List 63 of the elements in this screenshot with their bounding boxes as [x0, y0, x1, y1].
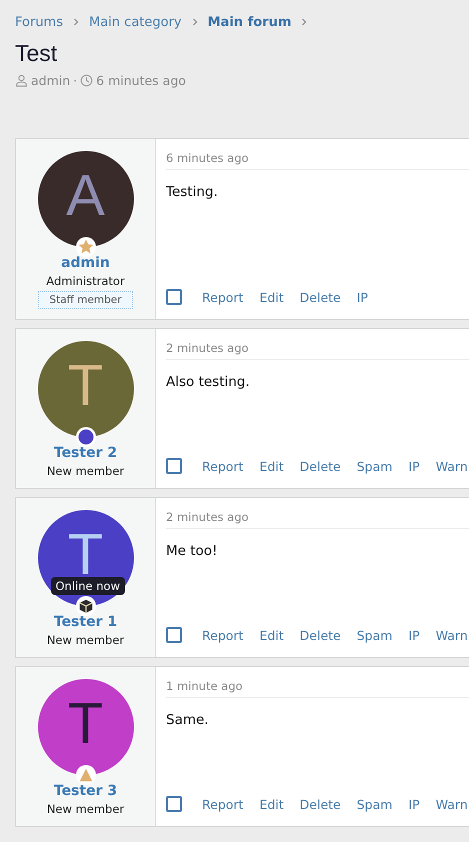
username-link[interactable]: admin	[61, 255, 110, 271]
action-link[interactable]: Edit	[259, 290, 284, 304]
online-tooltip: Online now	[50, 577, 125, 595]
action-link[interactable]: Spam	[356, 628, 392, 642]
status-dot-icon	[76, 427, 96, 447]
staff-banner: Staff member	[38, 291, 133, 309]
action-link[interactable]: Delete	[300, 796, 341, 812]
action-link[interactable]: Delete	[300, 458, 341, 474]
username-link[interactable]: Tester 1	[54, 614, 118, 630]
user-title: New member	[46, 464, 124, 478]
action-link[interactable]: Spam	[356, 458, 392, 474]
post-time-link[interactable]: 2 minutes ago	[166, 510, 469, 529]
select-checkbox[interactable]	[166, 796, 182, 812]
separator-dot: ·	[73, 73, 78, 88]
action-link[interactable]: Edit	[259, 458, 284, 474]
action-link[interactable]: Report	[202, 628, 244, 642]
action-link[interactable]: Report	[202, 458, 244, 474]
thread-title: Test	[15, 40, 58, 67]
post-message: Testing.	[166, 184, 219, 200]
post-time-link[interactable]: 6 minutes ago	[166, 151, 469, 170]
post-message: Also testing.	[166, 374, 251, 390]
user-icon	[15, 74, 28, 87]
action-link[interactable]: Report	[202, 796, 244, 812]
action-link[interactable]: Edit	[259, 628, 284, 642]
action-link[interactable]: Spam	[356, 796, 392, 812]
avatar-letter: T	[68, 695, 104, 753]
select-checkbox[interactable]	[166, 289, 182, 305]
post-message: Same.	[166, 712, 210, 728]
username-link[interactable]: Tester 2	[54, 445, 118, 461]
action-link[interactable]: Delete	[300, 628, 341, 642]
breadcrumb-link[interactable]: Main forum	[208, 14, 292, 30]
breadcrumb-link[interactable]: Forums	[15, 14, 63, 30]
user-title: New member	[46, 633, 124, 647]
breadcrumb-link[interactable]: Main category	[89, 14, 182, 30]
avatar-letter: A	[66, 167, 105, 225]
action-link[interactable]: Warn	[436, 796, 468, 812]
action-link[interactable]: IP	[408, 458, 420, 474]
clock-icon	[80, 74, 94, 87]
select-checkbox[interactable]	[166, 627, 182, 643]
username-link[interactable]: Tester 3	[54, 783, 118, 799]
author-link[interactable]: admin	[31, 73, 70, 88]
avatar-letter: T	[68, 357, 104, 415]
triangle-badge-icon	[76, 765, 96, 785]
avatar[interactable]: T	[38, 679, 134, 775]
user-title: New member	[46, 802, 124, 816]
action-link[interactable]: IP	[408, 628, 420, 642]
action-link[interactable]: Report	[202, 290, 244, 304]
post-time-link[interactable]: 2 minutes ago	[166, 341, 469, 360]
post-message: Me too!	[166, 543, 218, 559]
star-badge-icon	[76, 237, 96, 257]
select-checkbox[interactable]	[166, 458, 182, 474]
user-title: Administrator	[46, 274, 125, 288]
action-link[interactable]: Warn	[436, 458, 468, 474]
action-link[interactable]: Delete	[300, 290, 341, 304]
cube-badge-icon	[76, 596, 96, 616]
action-link[interactable]: Warn	[436, 628, 468, 642]
action-link[interactable]: IP	[356, 290, 368, 304]
action-link[interactable]: IP	[408, 796, 420, 812]
post-time-link[interactable]: 1 minute ago	[166, 679, 469, 698]
avatar[interactable]: A	[38, 151, 134, 247]
avatar[interactable]: T	[38, 341, 134, 437]
action-link[interactable]: Edit	[259, 796, 284, 812]
thread-time-link[interactable]: 6 minutes ago	[96, 73, 186, 88]
